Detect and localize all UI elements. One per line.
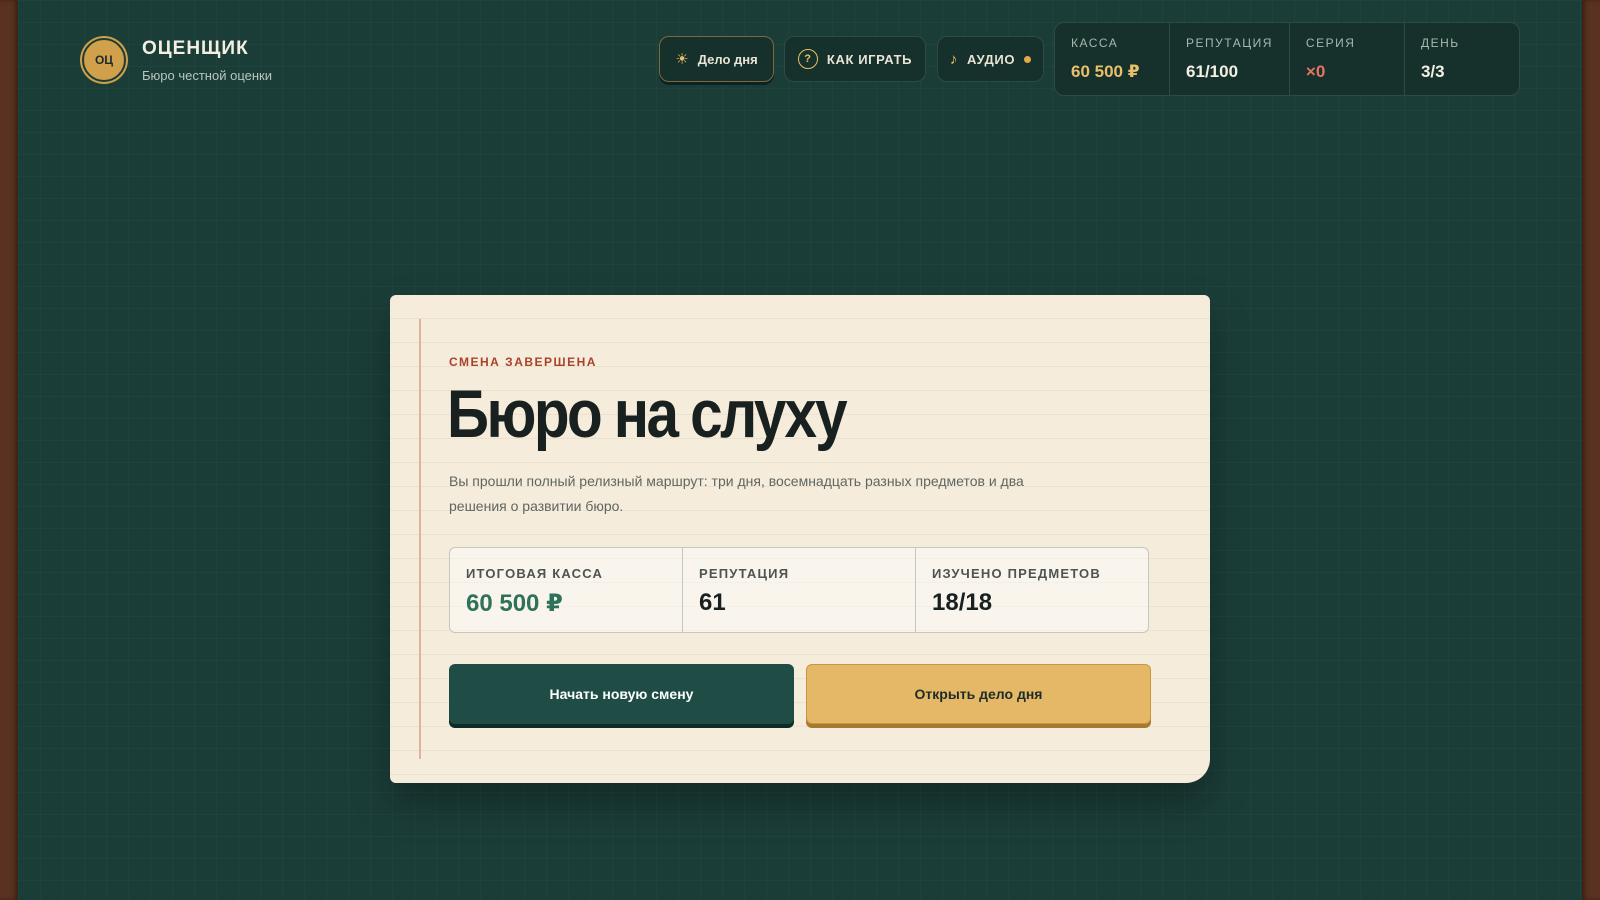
stat-label: СЕРИЯ bbox=[1305, 36, 1356, 50]
wood-frame-right bbox=[1582, 0, 1600, 900]
sun-icon: ☀ bbox=[675, 51, 689, 68]
status-dot-icon bbox=[1024, 55, 1032, 63]
result-label: РЕПУТАЦИЯ bbox=[699, 566, 790, 581]
results-table: ИТОГОВАЯ КАССА 60 500 ₽ РЕПУТАЦИЯ 61 ИЗУ… bbox=[449, 547, 1149, 633]
stat-label: ДЕНЬ bbox=[1420, 36, 1460, 50]
day-case-label: Дело дня bbox=[697, 51, 758, 67]
result-value: 61 bbox=[699, 589, 726, 616]
how-to-play-button[interactable]: ? КАК ИГРАТЬ bbox=[784, 36, 926, 82]
audio-toggle-button[interactable]: ♪ АУДИО bbox=[937, 36, 1044, 82]
result-value: 18/18 bbox=[932, 589, 993, 616]
stat-day: ДЕНЬ 3/3 bbox=[1403, 23, 1519, 95]
brand-title: ОЦЕНЩИК bbox=[142, 37, 249, 59]
result-reputation: РЕПУТАЦИЯ 61 bbox=[682, 548, 915, 632]
stat-label: РЕПУТАЦИЯ bbox=[1186, 36, 1273, 50]
result-label: ИЗУЧЕНО ПРЕДМЕТОВ bbox=[932, 566, 1101, 581]
brand: ОЦ ОЦЕНЩИК Бюро честной оценки bbox=[80, 36, 272, 84]
stat-value: 60 500 ₽ bbox=[1071, 62, 1140, 81]
stat-value: ×0 bbox=[1305, 62, 1326, 81]
card-description: Вы прошли полный релизный маршрут: три д… bbox=[449, 473, 1024, 514]
brand-text: ОЦЕНЩИК Бюро честной оценки bbox=[142, 38, 272, 83]
stat-cash: КАССА 60 500 ₽ bbox=[1055, 23, 1169, 95]
open-day-case-button[interactable]: Открыть дело дня bbox=[806, 664, 1151, 724]
notebook-margin-line bbox=[419, 319, 421, 759]
audio-label: АУДИО bbox=[967, 51, 1016, 67]
brand-subtitle: Бюро честной оценки bbox=[142, 67, 272, 83]
question-icon: ? bbox=[797, 49, 818, 69]
stat-label: КАССА bbox=[1071, 36, 1119, 50]
shift-complete-card: СМЕНА ЗАВЕРШЕНА Бюро на слуху Вы прошли … bbox=[390, 295, 1210, 783]
start-new-shift-button[interactable]: Начать новую смену bbox=[449, 664, 794, 724]
stat-streak: СЕРИЯ ×0 bbox=[1288, 23, 1404, 95]
stat-value: 3/3 bbox=[1420, 62, 1445, 81]
stat-reputation: РЕПУТАЦИЯ 61/100 bbox=[1169, 23, 1289, 95]
card-title: Бюро на слуху bbox=[447, 376, 848, 452]
brand-logo: ОЦ bbox=[82, 38, 126, 82]
stat-value: 61/100 bbox=[1186, 62, 1239, 81]
how-to-play-label: КАК ИГРАТЬ bbox=[826, 51, 913, 67]
wood-frame-left bbox=[0, 0, 18, 900]
result-items-studied: ИЗУЧЕНО ПРЕДМЕТОВ 18/18 bbox=[915, 548, 1148, 632]
result-label: ИТОГОВАЯ КАССА bbox=[466, 566, 604, 581]
music-note-icon: ♪ bbox=[949, 50, 959, 68]
result-value: 60 500 ₽ bbox=[466, 590, 563, 617]
result-cash: ИТОГОВАЯ КАССА 60 500 ₽ bbox=[450, 548, 682, 632]
stats-panel: КАССА 60 500 ₽ РЕПУТАЦИЯ 61/100 СЕРИЯ ×0… bbox=[1054, 22, 1520, 96]
day-case-button[interactable]: ☀ Дело дня bbox=[659, 36, 774, 82]
card-eyebrow: СМЕНА ЗАВЕРШЕНА bbox=[449, 355, 597, 369]
